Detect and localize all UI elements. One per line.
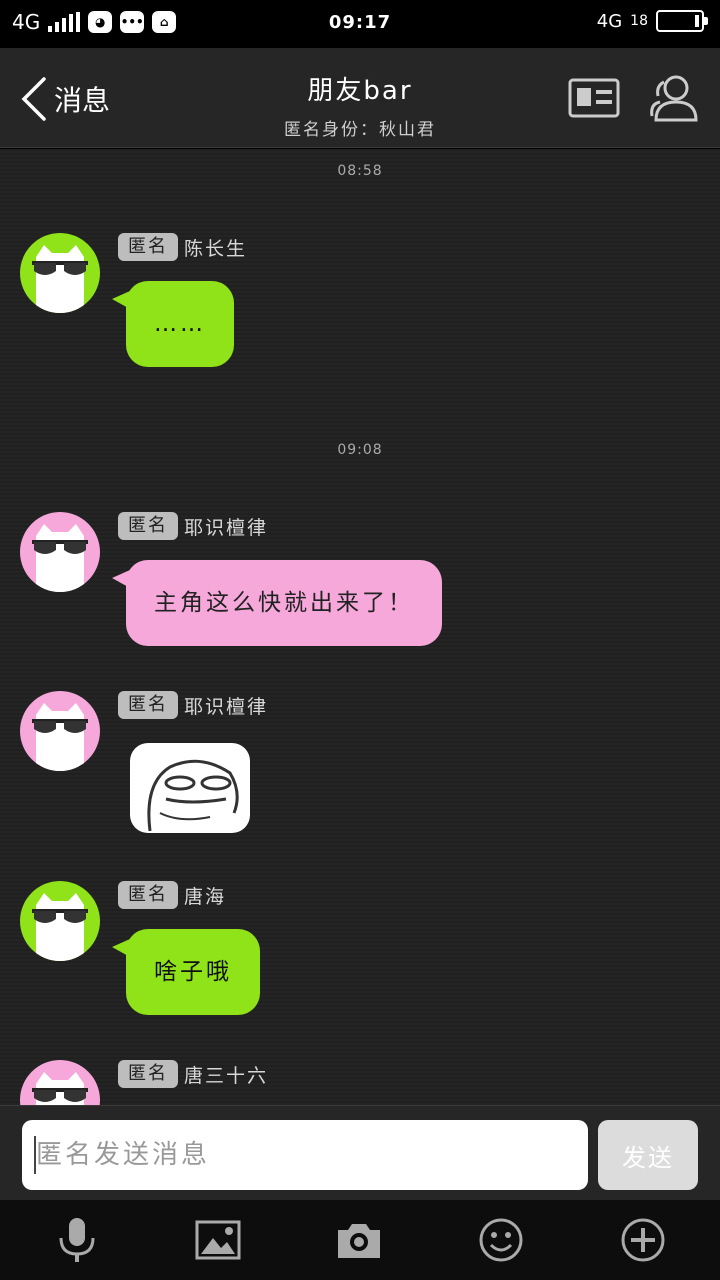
sender-name: 耶识檀律 (184, 695, 269, 718)
sender-row: 匿名 陈长生 (118, 233, 247, 261)
sender-row: 匿名 耶识檀律 (118, 512, 268, 540)
cat-sunglasses-avatar-icon (20, 233, 100, 313)
cat-sunglasses-avatar-icon (20, 1060, 100, 1105)
members-icon (650, 75, 698, 122)
sender-name: 唐海 (184, 885, 227, 908)
message-bubble[interactable]: 啥子哦 (112, 929, 260, 1015)
cat-sunglasses-avatar-icon (20, 881, 100, 961)
message-bubble[interactable]: 主角这么快就出来了！ (112, 560, 442, 646)
sender-row: 匿名 耶识檀律 (118, 691, 268, 719)
compose-bar: 发送 (0, 1105, 720, 1200)
more-button[interactable] (619, 1216, 667, 1264)
avatar[interactable] (20, 1060, 100, 1105)
text-cursor (34, 1136, 36, 1174)
cat-sunglasses-avatar-icon (20, 512, 100, 592)
message-bubble[interactable]: …… (112, 281, 234, 367)
chat-header: 消息 朋友bar 匿名身份：秋山君 (0, 48, 720, 148)
battery-icon (656, 10, 708, 32)
network-label-right: 4G (596, 10, 623, 32)
avatar[interactable] (20, 881, 100, 961)
anonymous-badge: 匿名 (118, 1060, 178, 1088)
anonymous-badge: 匿名 (118, 691, 178, 719)
sender-name: 耶识檀律 (184, 516, 269, 539)
id-card-icon (568, 78, 620, 118)
message-list[interactable]: 08:58 匿名 陈长生 …… 09:08 匿名 耶识檀律 主角这么快就出来了！… (0, 149, 720, 1105)
send-button[interactable]: 发送 (598, 1120, 698, 1190)
voice-button[interactable] (53, 1216, 101, 1264)
sender-name: 陈长生 (184, 237, 248, 260)
avatar[interactable] (20, 512, 100, 592)
image-icon (195, 1220, 241, 1260)
camera-button[interactable] (335, 1216, 383, 1264)
status-right: 4G 18 (596, 10, 708, 32)
battery-percent: 18 (630, 13, 648, 29)
microphone-icon (59, 1218, 95, 1262)
anonymous-badge: 匿名 (118, 233, 178, 261)
emoji-icon (479, 1218, 523, 1262)
emoji-button[interactable] (477, 1216, 525, 1264)
anonymous-badge: 匿名 (118, 881, 178, 909)
meme-face-icon (147, 759, 239, 832)
status-bar: 4G ◕ ••• ⌂ 09:17 4G 18 (0, 0, 720, 48)
avatar[interactable] (20, 233, 100, 313)
camera-icon (338, 1224, 380, 1258)
timestamp: 08:58 (337, 163, 383, 179)
sticker-image[interactable] (130, 743, 250, 833)
id-card-button[interactable] (566, 70, 622, 126)
plus-icon (621, 1218, 665, 1262)
sender-row: 匿名 唐三十六 (118, 1060, 268, 1088)
input-toolbar (0, 1200, 720, 1280)
members-button[interactable] (646, 70, 702, 126)
message-input[interactable] (22, 1120, 588, 1190)
avatar[interactable] (20, 691, 100, 771)
anonymous-badge: 匿名 (118, 512, 178, 540)
sender-row: 匿名 唐海 (118, 881, 226, 909)
timestamp: 09:08 (337, 442, 383, 458)
image-button[interactable] (194, 1216, 242, 1264)
sender-name: 唐三十六 (184, 1064, 269, 1087)
cat-sunglasses-avatar-icon (20, 691, 100, 771)
